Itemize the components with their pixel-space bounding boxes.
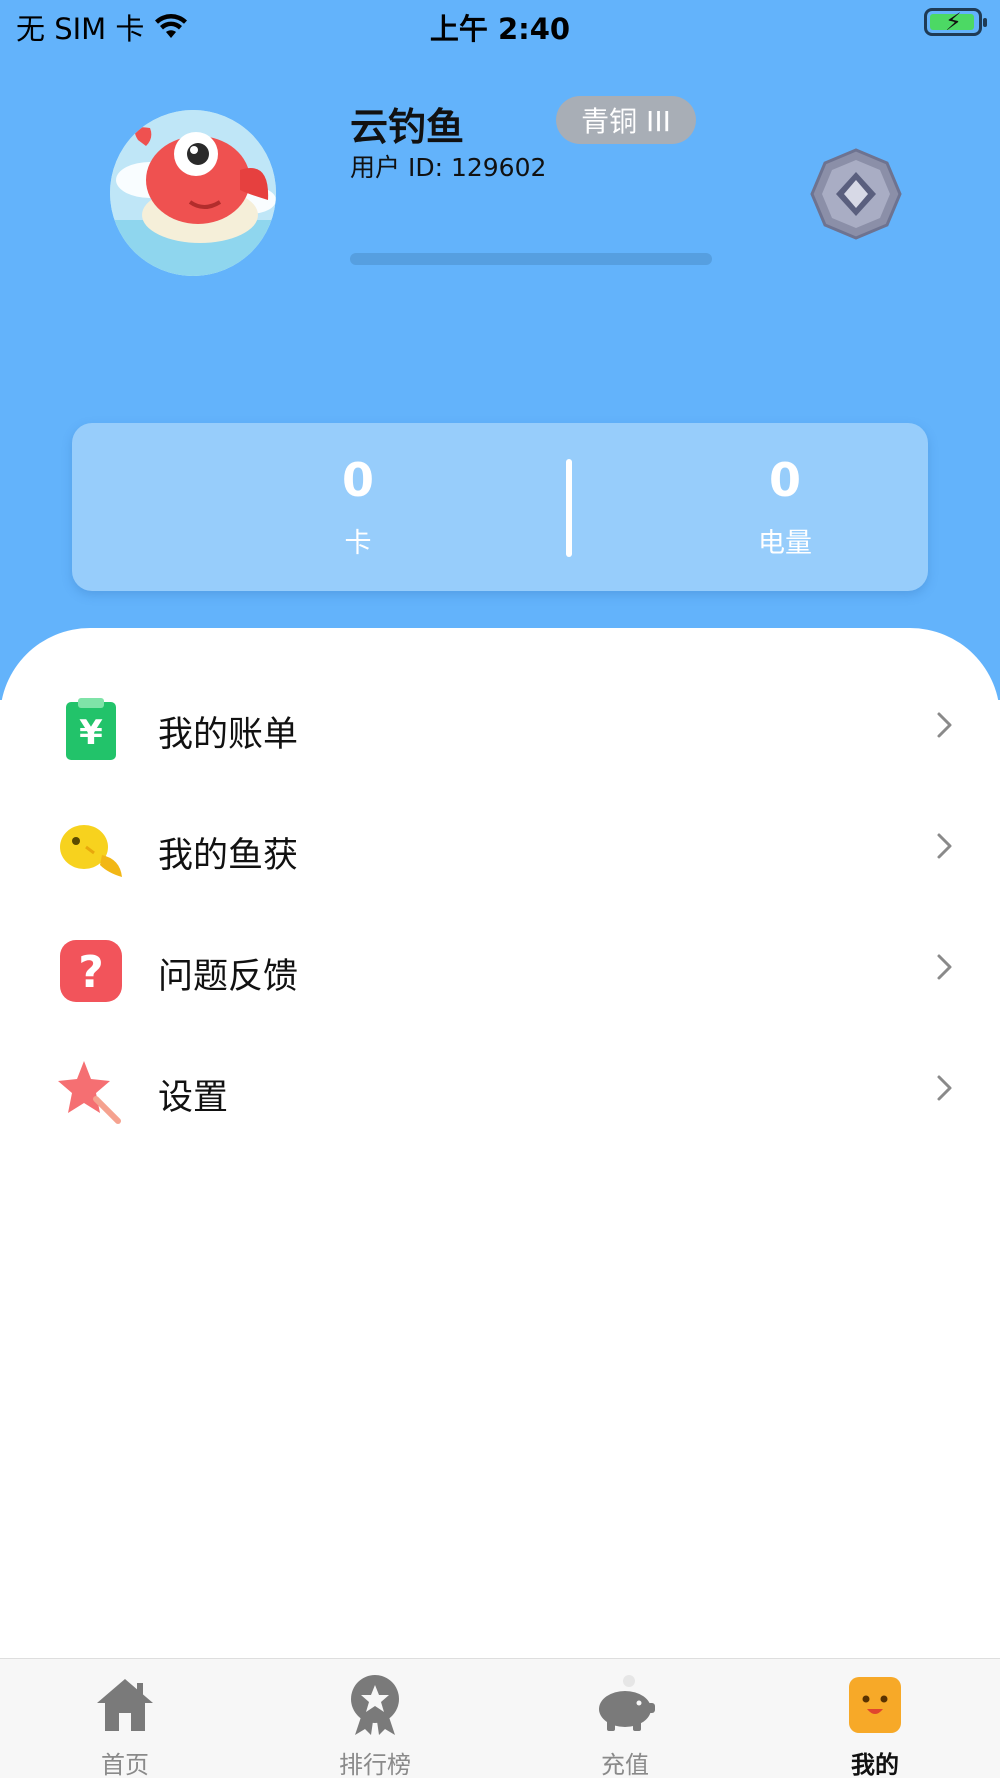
rank-emblem-icon[interactable] xyxy=(808,146,904,242)
tab-recharge[interactable]: 充值 xyxy=(500,1659,750,1778)
tab-label: 我的 xyxy=(851,1751,899,1778)
tab-mine[interactable]: 我的 xyxy=(750,1659,1000,1778)
stat-cards[interactable]: 0 卡 xyxy=(208,423,508,560)
chevron-right-icon xyxy=(937,954,952,980)
fish-catch-icon xyxy=(60,825,122,877)
stat-cards-label: 卡 xyxy=(344,528,372,559)
svg-text:?: ? xyxy=(78,947,104,998)
menu-item-label: 设置 xyxy=(158,1078,229,1118)
stat-power[interactable]: 0 电量 xyxy=(635,423,935,560)
svg-text:¥: ¥ xyxy=(79,713,103,753)
level-progress-bar xyxy=(350,253,712,265)
home-icon xyxy=(97,1679,153,1731)
settings-icon xyxy=(58,1061,121,1124)
battery-icon: ⚡ xyxy=(924,8,987,36)
menu-item-fish-catch[interactable]: 我的鱼获 xyxy=(0,797,1000,897)
stats-card: 0 卡 0 电量 xyxy=(72,423,928,591)
profile-face-icon xyxy=(849,1677,901,1733)
tab-bar: 首页 排行榜 充值 我的 xyxy=(0,1658,1000,1778)
menu-item-feedback[interactable]: ? 问题反馈 xyxy=(0,918,1000,1018)
stat-power-value: 0 xyxy=(768,453,801,507)
status-bar: 无 SIM 卡 上午 2:40 ⚡ xyxy=(0,0,1000,50)
fish-mascot-icon xyxy=(110,110,276,276)
avatar[interactable] xyxy=(110,110,276,276)
stat-cards-value: 0 xyxy=(341,453,374,507)
piggy-bank-icon xyxy=(599,1675,655,1731)
clock: 上午 2:40 xyxy=(429,12,571,46)
menu-item-settings[interactable]: 设置 xyxy=(0,1039,1000,1139)
user-id: 用户 ID: 129602 xyxy=(350,153,547,182)
stat-power-label: 电量 xyxy=(758,528,812,559)
menu-panel: ¥ 我的账单 我的鱼获 ? 问题反馈 设置 xyxy=(0,628,1000,1658)
status-right: ⚡ xyxy=(924,8,987,36)
chevron-right-icon xyxy=(937,1075,952,1101)
username: 云钓鱼 xyxy=(350,105,465,149)
tab-label: 首页 xyxy=(101,1751,149,1778)
tab-home[interactable]: 首页 xyxy=(0,1659,250,1778)
chevron-right-icon xyxy=(937,712,952,738)
menu-item-label: 我的鱼获 xyxy=(158,836,299,876)
stat-divider xyxy=(566,459,572,557)
feedback-icon: ? xyxy=(60,940,122,1002)
menu-item-bill[interactable]: ¥ 我的账单 xyxy=(0,676,1000,776)
tab-label: 充值 xyxy=(601,1751,649,1778)
ranking-icon xyxy=(351,1675,399,1735)
tab-ranking[interactable]: 排行榜 xyxy=(250,1659,500,1778)
bill-icon: ¥ xyxy=(66,698,116,760)
chevron-right-icon xyxy=(937,833,952,859)
rank-badge: 青铜 III xyxy=(556,96,696,144)
header-background xyxy=(0,0,1000,700)
tab-label: 排行榜 xyxy=(339,1751,411,1778)
menu-item-label: 我的账单 xyxy=(158,715,299,755)
menu-item-label: 问题反馈 xyxy=(158,957,299,997)
